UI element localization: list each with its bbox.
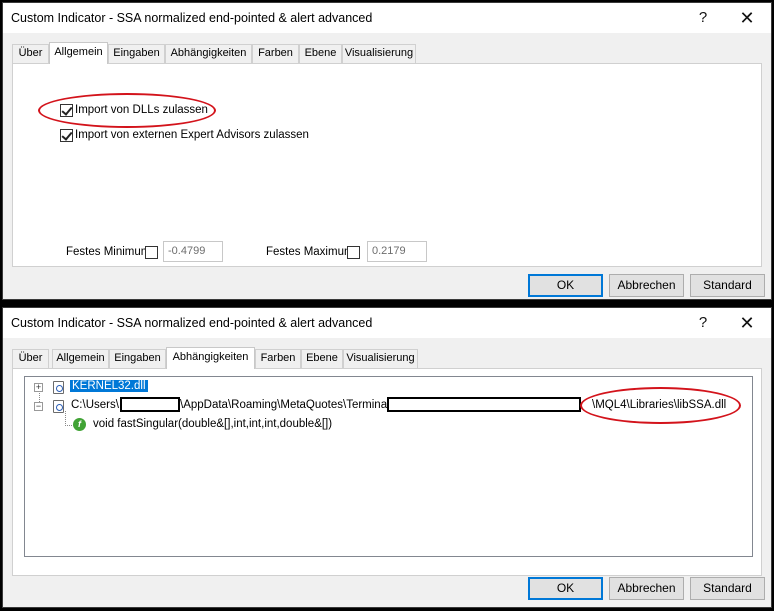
title-bar: Custom Indicator - SSA normalized end-po… xyxy=(3,308,771,338)
default-button[interactable]: Standard xyxy=(690,274,765,297)
redacted-username xyxy=(120,397,180,412)
close-button[interactable]: ✕ xyxy=(725,308,769,338)
tab-abhaengigkeiten[interactable]: Abhängigkeiten xyxy=(165,44,252,63)
allow-dll-import-label: Import von DLLs zulassen xyxy=(75,104,208,116)
close-button[interactable]: ✕ xyxy=(725,3,769,33)
help-button[interactable]: ? xyxy=(681,3,725,33)
tab-eingaben[interactable]: Eingaben xyxy=(109,349,166,368)
fixed-maximum-label: Festes Maximum xyxy=(266,246,354,258)
tab-eingaben[interactable]: Eingaben xyxy=(108,44,165,63)
expand-icon[interactable]: + xyxy=(34,383,43,392)
tab-visualisierung[interactable]: Visualisierung xyxy=(343,349,418,368)
library-gear-icon xyxy=(53,381,64,394)
allow-ea-import-label: Import von externen Expert Advisors zula… xyxy=(75,129,309,141)
tab-allgemein[interactable]: Allgemein xyxy=(52,349,109,368)
tab-farben[interactable]: Farben xyxy=(255,349,301,368)
tree-item-libssa-suffix[interactable]: \MQL4\Libraries\libSSA.dll xyxy=(592,399,726,411)
fixed-minimum-checkbox[interactable] xyxy=(145,246,158,259)
tree-item-kernel32-label: KERNEL32.dll xyxy=(70,380,148,392)
ok-button[interactable]: OK xyxy=(528,274,603,297)
tab-farben[interactable]: Farben xyxy=(252,44,299,63)
tree-item-libssa-path[interactable]: \AppData\Roaming\MetaQuotes\Terminal\ xyxy=(180,399,393,411)
tab-strip: Über Allgemein Eingaben Abhängigkeiten F… xyxy=(12,347,762,369)
allow-dll-import-checkbox[interactable] xyxy=(60,104,73,117)
window-title: Custom Indicator - SSA normalized end-po… xyxy=(11,11,373,25)
collapse-icon[interactable]: − xyxy=(34,402,43,411)
ok-button[interactable]: OK xyxy=(528,577,603,600)
cancel-button[interactable]: Abbrechen xyxy=(609,274,684,297)
tab-ueber[interactable]: Über xyxy=(12,349,49,368)
allgemein-panel xyxy=(12,63,762,267)
tree-item-libssa-prefix[interactable]: C:\Users\ xyxy=(71,399,119,411)
tab-allgemein[interactable]: Allgemein xyxy=(49,42,108,64)
fixed-minimum-input[interactable]: -0.4799 xyxy=(163,241,223,262)
fixed-maximum-input[interactable]: 0.2179 xyxy=(367,241,427,262)
allow-ea-import-checkbox[interactable] xyxy=(60,129,73,142)
tab-ueber[interactable]: Über xyxy=(12,44,49,63)
tab-strip: Über Allgemein Eingaben Abhängigkeiten F… xyxy=(12,42,762,64)
fixed-maximum-checkbox[interactable] xyxy=(347,246,360,259)
tab-abhaengigkeiten[interactable]: Abhängigkeiten xyxy=(166,347,255,369)
help-button[interactable]: ? xyxy=(681,308,725,338)
tree-connector xyxy=(65,425,72,426)
cancel-button[interactable]: Abbrechen xyxy=(609,577,684,600)
tab-visualisierung[interactable]: Visualisierung xyxy=(342,44,416,63)
function-icon: f xyxy=(73,418,86,431)
indicator-dialog-top: Custom Indicator - SSA normalized end-po… xyxy=(2,2,772,300)
redacted-terminal-id xyxy=(387,397,581,412)
tree-connector xyxy=(65,411,66,426)
tab-ebene[interactable]: Ebene xyxy=(301,349,343,368)
library-gear-icon xyxy=(53,400,64,413)
tree-item-kernel32[interactable]: KERNEL32.dll xyxy=(70,380,148,392)
dependency-tree[interactable]: + KERNEL32.dll − C:\Users\ \AppData\Roam… xyxy=(24,376,753,557)
tree-item-fastsingular[interactable]: void fastSingular(double&[],int,int,int,… xyxy=(93,418,332,430)
default-button[interactable]: Standard xyxy=(690,577,765,600)
title-bar: Custom Indicator - SSA normalized end-po… xyxy=(3,3,771,33)
window-title: Custom Indicator - SSA normalized end-po… xyxy=(11,316,373,330)
tab-ebene[interactable]: Ebene xyxy=(299,44,342,63)
fixed-minimum-label: Festes Minimum xyxy=(66,246,151,258)
